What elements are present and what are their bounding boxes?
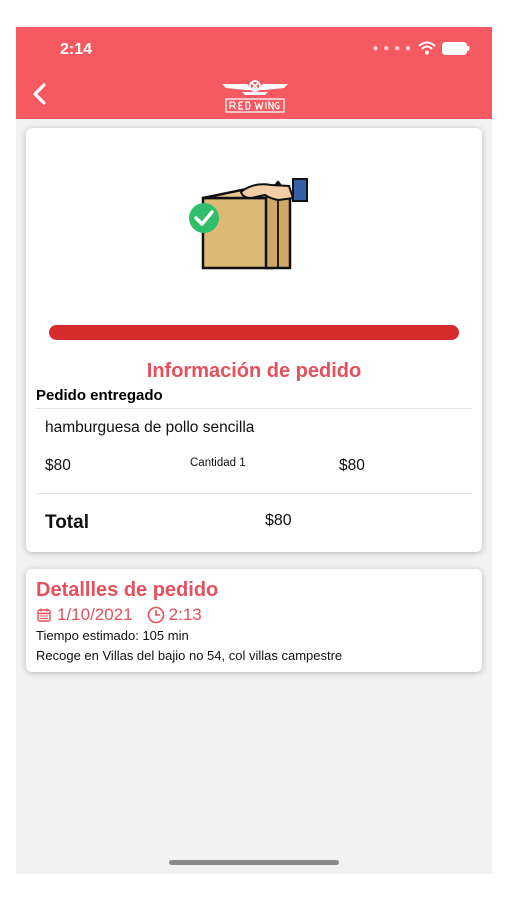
clock-icon: [147, 606, 164, 624]
estimated-time: Tiempo estimado: 105 min: [36, 628, 189, 643]
calendar-icon: [37, 608, 51, 622]
order-date-time: 1/10/2021 2:13: [37, 605, 202, 625]
signal-icon: ● ● ● ●: [372, 42, 412, 54]
red-wings-logo: [222, 80, 288, 113]
total-label: Total: [45, 512, 89, 533]
delivered-bag-illustration: [189, 178, 308, 270]
item-unit-price: $80: [45, 457, 71, 474]
status-icons: ● ● ● ●: [373, 41, 471, 55]
app-screen: 2:14 ● ● ● ● Información de pedido Pedid…: [16, 27, 492, 874]
order-info-card: Información de pedido Pedido entregado h…: [26, 128, 482, 552]
item-quantity: Cantidad 1: [190, 457, 246, 469]
order-time: 2:13: [168, 605, 202, 624]
item-name: hamburguesa de pollo sencilla: [45, 419, 255, 436]
back-chevron-icon[interactable]: [26, 79, 56, 109]
app-header: 2:14 ● ● ● ●: [16, 27, 492, 119]
order-date: 1/10/2021: [57, 605, 133, 624]
status-time: 2:14: [60, 41, 93, 58]
total-value: $80: [265, 512, 292, 529]
home-indicator[interactable]: [169, 860, 339, 865]
order-info-title: Información de pedido: [146, 360, 362, 382]
item-line-total: $80: [339, 457, 365, 474]
order-details-title: Detallles de pedido: [36, 579, 219, 601]
pickup-address: Recoge en Villas del bajio no 54, col vi…: [36, 648, 343, 663]
battery-icon: [442, 41, 470, 55]
divider: [36, 493, 472, 494]
check-badge-icon: [189, 203, 219, 233]
divider: [36, 408, 472, 409]
order-status-label: Pedido entregado: [36, 387, 163, 404]
order-details-card: Detallles de pedido 1/10/2021 2:13 Tiemp…: [26, 569, 482, 672]
order-progress-bar: [49, 325, 459, 340]
wifi-icon: [418, 41, 436, 55]
